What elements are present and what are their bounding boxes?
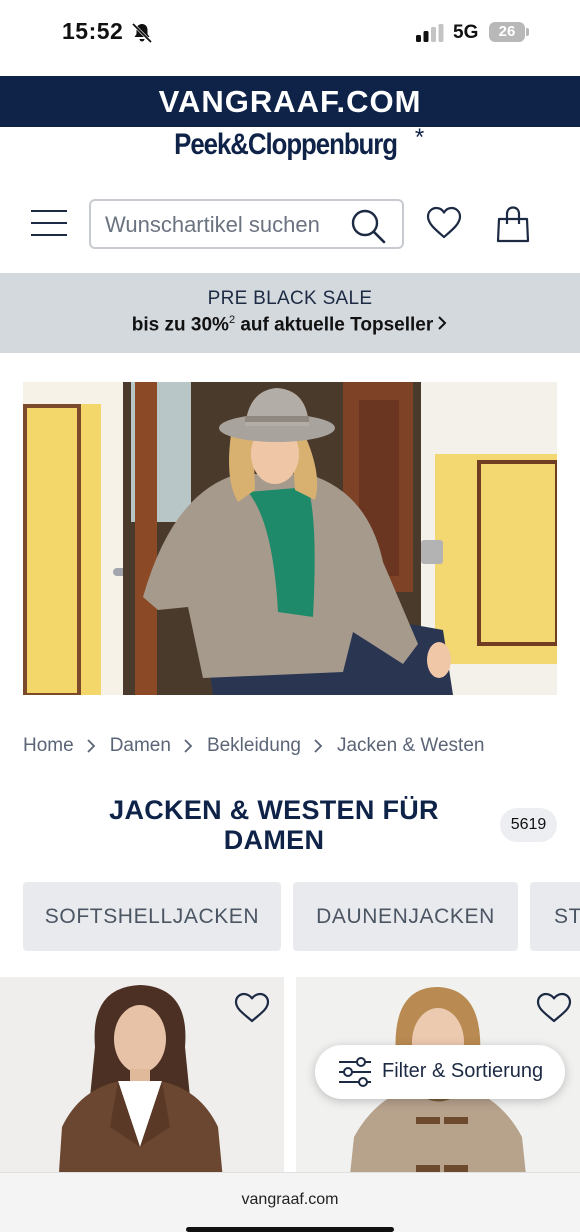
breadcrumb-damen[interactable]: Damen [110,735,171,757]
site-brand-bar[interactable]: VANGRAAF.COM [0,76,580,127]
chip-daunenjacken[interactable]: DAUNENJACKEN [293,882,518,951]
chevron-right-icon [184,739,193,753]
search-box[interactable] [89,199,404,249]
home-indicator[interactable] [186,1227,394,1232]
promo-banner[interactable]: PRE BLACK SALE bis zu 30%2 auf aktuelle … [0,273,580,353]
shopping-bag-icon[interactable] [495,205,531,243]
breadcrumb-current[interactable]: Jacken & Westen [337,735,485,757]
chip-softshelljacken[interactable]: SOFTSHELLJACKEN [23,882,281,951]
peek-cloppenburg-logo[interactable]: Peek&Cloppenburg * [0,124,580,162]
hero-image[interactable] [23,382,557,695]
battery-tip [526,28,529,36]
promo-title: PRE BLACK SALE [207,288,373,309]
search-icon[interactable] [349,207,387,245]
status-time: 15:52 [62,18,124,44]
menu-icon[interactable] [31,210,67,238]
page-title: JACKEN & WESTEN FÜR DAMEN [109,795,439,855]
chevron-right-icon [438,316,447,331]
browser-url-bar[interactable]: vangraaf.com [0,1172,580,1232]
network-type: 5G [453,22,479,43]
chevron-right-icon [87,739,95,753]
signal-icon [416,24,444,42]
chip-steppjacken[interactable]: STEPPJACKEN [530,882,580,951]
promo-subtitle: bis zu 30%2 auf aktuelle Topseller [0,314,580,336]
battery-icon: 26 [489,22,525,42]
category-chips: SOFTSHELLJACKEN DAUNENJACKEN STEPPJACKEN [23,882,580,952]
result-count-badge: 5619 [500,808,557,842]
chevron-right-icon [314,739,323,753]
breadcrumb-home[interactable]: Home [23,735,74,757]
breadcrumb: Home Damen Bekleidung Jacken & Westen [23,733,484,759]
filter-sort-button[interactable]: Filter & Sortierung [315,1045,565,1099]
search-input[interactable] [105,210,325,240]
bell-muted-icon [131,22,153,44]
wishlist-heart-icon[interactable] [426,206,462,240]
status-bar: 15:52 5G 26 [0,0,580,70]
breadcrumb-bekleidung[interactable]: Bekleidung [207,735,301,757]
favorite-heart-icon[interactable] [234,992,270,1024]
site-name: VANGRAAF.COM [158,84,422,119]
logo-star: * [414,124,425,151]
favorite-heart-icon[interactable] [536,992,572,1024]
logo-text: Peek&Cloppenburg [173,128,398,161]
url-text[interactable]: vangraaf.com [0,1191,580,1209]
filter-sliders-icon [339,1057,371,1087]
filter-sort-label: Filter & Sortierung [382,1060,544,1082]
